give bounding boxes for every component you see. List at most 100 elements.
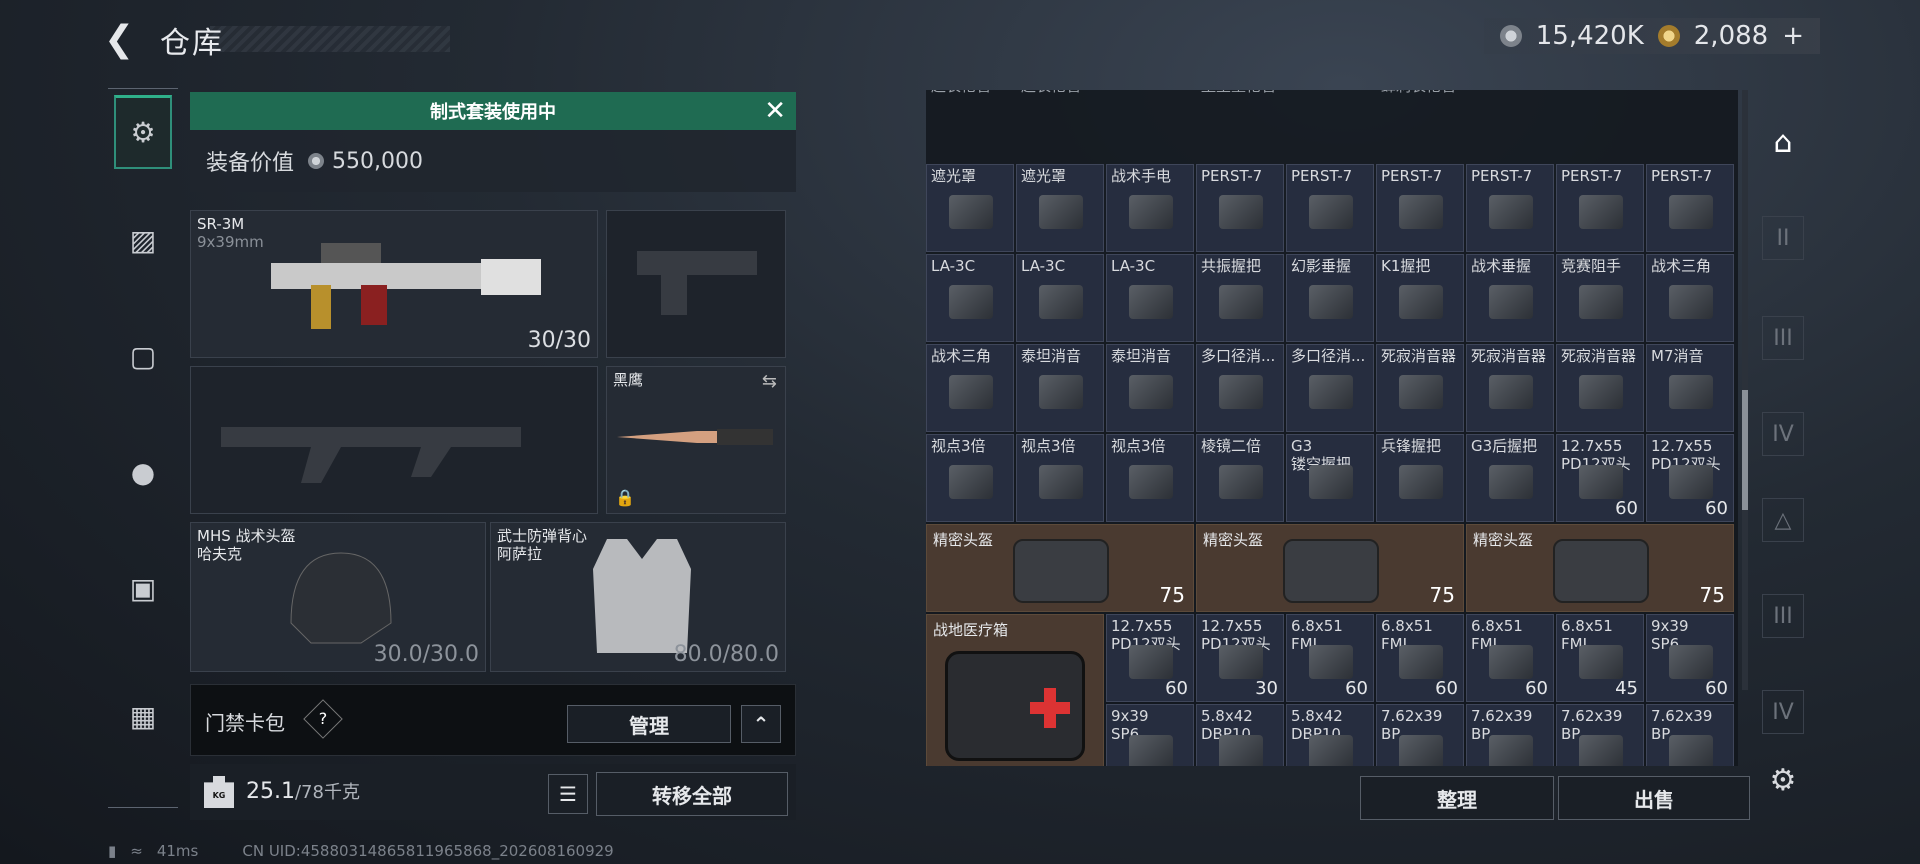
vest-icon <box>593 539 691 653</box>
inventory-cell[interactable]: 6.8x51 FMJ 60 <box>1286 614 1374 702</box>
collapse-button[interactable]: ⌃ <box>741 705 781 743</box>
sort-button[interactable]: 整理 <box>1360 776 1554 820</box>
backpack-tab-icon[interactable]: ▢ <box>114 319 172 393</box>
inventory-cell[interactable]: M7消音 <box>1646 344 1734 432</box>
inventory-cell[interactable]: 战术垂握 <box>1466 254 1554 342</box>
storage-tab-6-icon[interactable]: III <box>1762 594 1804 638</box>
inventory-cell[interactable]: 5.8x42 DBP10 <box>1286 704 1374 766</box>
inventory-cell[interactable]: 战术三角 <box>1646 254 1734 342</box>
vest-durability: 80.0/80.0 <box>673 642 779 667</box>
inventory-cell[interactable]: 泰坦消音 <box>1016 344 1104 432</box>
inventory-cell[interactable]: 7.62x39 BP <box>1466 704 1554 766</box>
helmet-item[interactable]: 精密头盔 75 <box>1466 524 1734 612</box>
inventory-cell[interactable]: LA-3C <box>926 254 1014 342</box>
item-icon <box>1489 375 1533 409</box>
inventory-cell[interactable]: 竞赛阻手 <box>1556 254 1644 342</box>
inventory-cell[interactable]: 6.8x51 FMJ 45 <box>1556 614 1644 702</box>
armor-tab-icon[interactable]: ▨ <box>114 203 172 277</box>
warehouse-home-icon[interactable]: ⌂ <box>1762 120 1804 164</box>
inventory-cell[interactable]: 5.8x42 DBP10 <box>1196 704 1284 766</box>
inventory-cell[interactable]: 12.7x55 PD12双头 60 <box>1556 434 1644 522</box>
inventory-cell[interactable]: 12.7x55 PD12双头 60 <box>1106 614 1194 702</box>
inventory-cell[interactable]: 多口径消... <box>1286 344 1374 432</box>
case-tab-icon[interactable]: ▣ <box>114 551 172 625</box>
storage-tab-2-icon[interactable]: II <box>1762 216 1804 260</box>
inventory-cell[interactable]: LA-3C <box>1106 254 1194 342</box>
primary-weapon-slot[interactable]: SR-3M 9x39mm 30/30 <box>190 210 598 358</box>
close-icon[interactable]: ✕ <box>764 96 786 126</box>
toolbox-tab-icon[interactable]: ▦ <box>114 679 172 753</box>
storage-tab-7-icon[interactable]: IV <box>1762 690 1804 734</box>
help-button[interactable]: ? <box>303 699 343 739</box>
scroll-thumb[interactable] <box>1742 390 1748 510</box>
inventory-cell[interactable]: 兵锋握把 <box>1376 434 1464 522</box>
inventory-cell[interactable]: 战术手电 <box>1106 164 1194 252</box>
inventory-cell[interactable]: 共振握把 <box>1196 254 1284 342</box>
list-view-icon[interactable]: ☰ <box>548 774 588 814</box>
item-icon <box>949 375 993 409</box>
inventory-cell[interactable]: 遮光罩 <box>1016 164 1104 252</box>
storage-tab-3-icon[interactable]: III <box>1762 316 1804 360</box>
scrollbar[interactable] <box>1742 90 1748 690</box>
helmet-item[interactable]: 精密头盔 75 <box>1196 524 1464 612</box>
inventory-cell[interactable]: PERST-7 <box>1376 164 1464 252</box>
storage-tab-5-icon[interactable]: △ <box>1762 498 1804 542</box>
inventory-cell[interactable]: 6.8x51 FMJ 60 <box>1466 614 1554 702</box>
inventory-cell[interactable]: PERST-7 <box>1556 164 1644 252</box>
item-icon <box>1309 465 1353 499</box>
inventory-cell[interactable]: 幻影垂握 <box>1286 254 1374 342</box>
currency-bar: 15,420K 2,088 + <box>1483 18 1820 54</box>
swap-icon[interactable]: ⇆ <box>762 371 777 392</box>
inventory-cell[interactable]: 死寂消音器 <box>1556 344 1644 432</box>
inventory-cell[interactable]: PERST-7 <box>1646 164 1734 252</box>
inventory-cell[interactable]: LA-3C <box>1016 254 1104 342</box>
inventory-cell[interactable]: G3 镂空握把 <box>1286 434 1374 522</box>
inventory-cell[interactable]: 遮光罩 <box>926 164 1014 252</box>
inventory-cell[interactable]: 12.7x55 PD12双头 30 <box>1196 614 1284 702</box>
inventory-cell[interactable]: 12.7x55 PD12双头 60 <box>1646 434 1734 522</box>
helmet-slot[interactable]: MHS 战术头盔 哈夫克 30.0/30.0 <box>190 522 486 672</box>
inventory-cell[interactable]: PERST-7 <box>1286 164 1374 252</box>
weapon-tab-icon[interactable]: ⚙ <box>114 95 172 169</box>
item-icon <box>1669 195 1713 229</box>
sidearm-slot[interactable] <box>606 210 786 358</box>
add-currency-button[interactable]: + <box>1782 21 1804 51</box>
bag-tab-icon[interactable]: ● <box>114 435 172 509</box>
inventory-cell[interactable]: 7.62x39 BP <box>1646 704 1734 766</box>
melee-slot[interactable]: 黑鹰 ⇆ 🔒 <box>606 366 786 514</box>
inventory-cell[interactable]: 战术三角 <box>926 344 1014 432</box>
inventory-cell[interactable]: 多口径消... <box>1196 344 1284 432</box>
item-name: 共振握把 <box>1201 257 1262 275</box>
inventory-cell[interactable]: K1握把 <box>1376 254 1464 342</box>
vest-slot[interactable]: 武士防弹背心 阿萨拉 80.0/80.0 <box>490 522 786 672</box>
durability: 75 <box>1699 583 1725 607</box>
inventory-cell[interactable]: 视点3倍 <box>926 434 1014 522</box>
inventory-cell[interactable]: 死寂消音器 <box>1376 344 1464 432</box>
inventory-cell[interactable]: 死寂消音器 <box>1466 344 1554 432</box>
item-icon <box>1219 375 1263 409</box>
item-name: 遮光罩 <box>1021 167 1067 185</box>
item-icon <box>1219 285 1263 319</box>
inventory-cell[interactable]: G3后握把 <box>1466 434 1554 522</box>
transfer-all-button[interactable]: 转移全部 <box>596 772 788 816</box>
settings-gear-icon[interactable]: ⚙ <box>1762 758 1804 802</box>
medkit-item[interactable]: 战地医疗箱 <box>926 614 1104 766</box>
inventory-cell[interactable]: PERST-7 <box>1466 164 1554 252</box>
inventory-cell[interactable]: 视点3倍 <box>1106 434 1194 522</box>
helmet-item[interactable]: 精密头盔 75 <box>926 524 1194 612</box>
inventory-cell[interactable]: 6.8x51 FMJ 60 <box>1376 614 1464 702</box>
item-name: 多口径消... <box>1201 347 1276 365</box>
inventory-cell[interactable]: 视点3倍 <box>1016 434 1104 522</box>
sell-button[interactable]: 出售 <box>1558 776 1750 820</box>
inventory-cell[interactable]: 9x39 SP6 60 <box>1646 614 1734 702</box>
inventory-cell[interactable]: PERST-7 <box>1196 164 1284 252</box>
secondary-weapon-slot[interactable] <box>190 366 598 514</box>
manage-button[interactable]: 管理 <box>567 705 731 743</box>
inventory-cell[interactable]: 棱镜二倍 <box>1196 434 1284 522</box>
storage-tab-4-icon[interactable]: IV <box>1762 412 1804 456</box>
back-arrow-icon[interactable]: ❮ <box>104 20 144 60</box>
inventory-cell[interactable]: 7.62x39 BP <box>1556 704 1644 766</box>
inventory-cell[interactable]: 泰坦消音 <box>1106 344 1194 432</box>
inventory-cell[interactable]: 9x39 SP6 <box>1106 704 1194 766</box>
inventory-cell[interactable]: 7.62x39 BP <box>1376 704 1464 766</box>
